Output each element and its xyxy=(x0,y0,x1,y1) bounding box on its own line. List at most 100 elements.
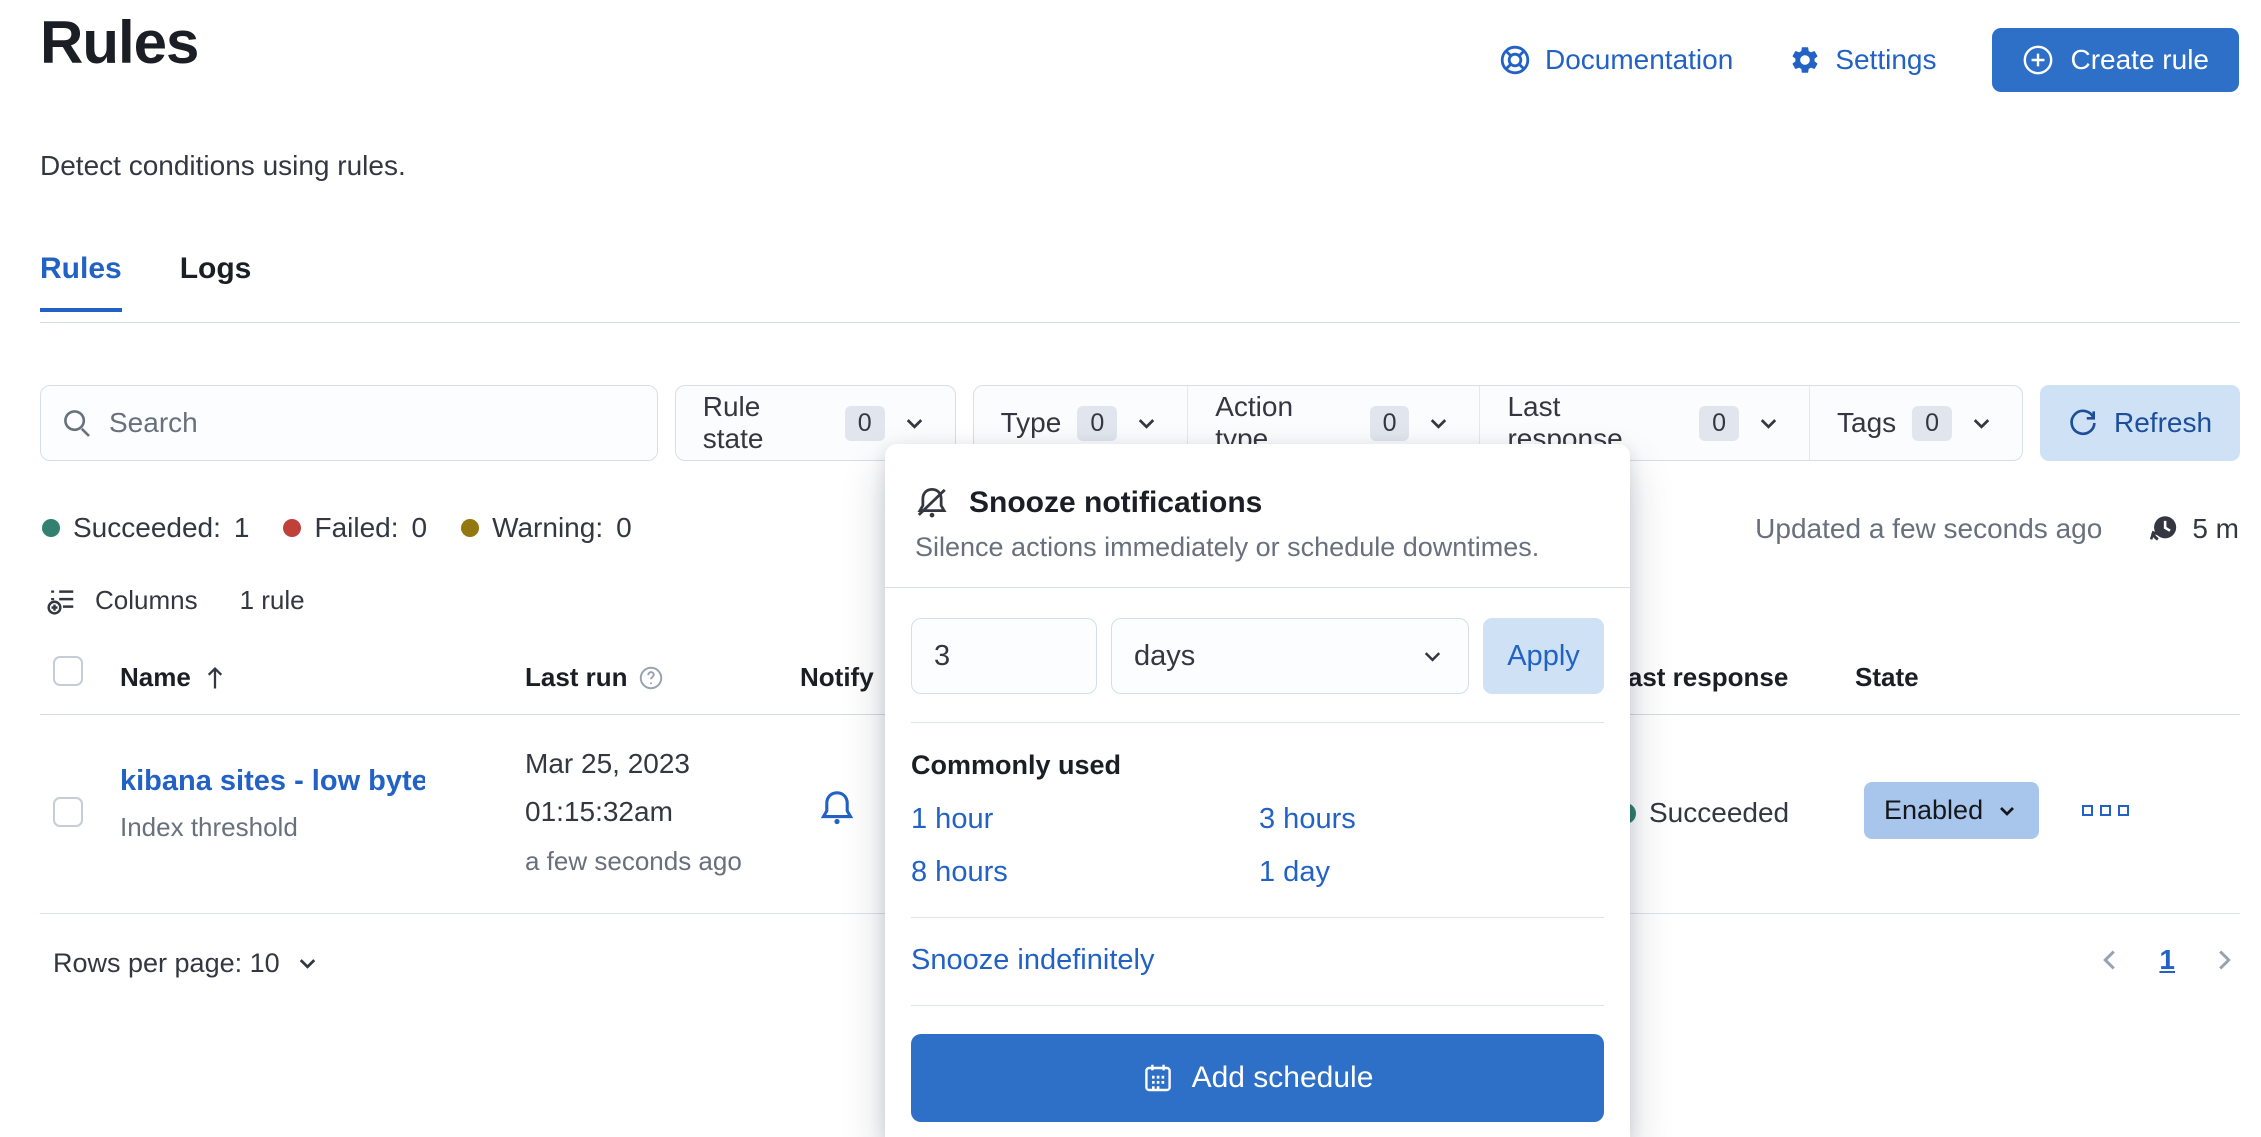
filter-rule-state-count: 0 xyxy=(845,406,885,441)
question-circle-icon xyxy=(638,665,664,691)
tabs-divider xyxy=(40,322,2240,323)
bell-slash-icon xyxy=(915,486,949,520)
boxes-horizontal-icon xyxy=(2100,805,2111,816)
row-checkbox[interactable] xyxy=(53,797,83,827)
create-rule-label: Create rule xyxy=(2070,44,2209,76)
snooze-title: Snooze notifications xyxy=(969,486,1262,520)
column-header-notify-label: Notify xyxy=(800,662,874,693)
search-box[interactable] xyxy=(40,385,658,461)
previous-page-button[interactable] xyxy=(2095,945,2125,975)
snooze-option-8-hours[interactable]: 8 hours xyxy=(911,856,1259,889)
last-run-date: Mar 25, 2023 xyxy=(525,748,690,780)
columns-label: Columns xyxy=(95,585,198,616)
search-icon xyxy=(61,407,93,439)
documentation-link[interactable]: Documentation xyxy=(1499,44,1733,76)
warning-dot-icon xyxy=(461,519,479,537)
warning-label: Warning: xyxy=(492,512,603,544)
rule-type: Index threshold xyxy=(120,812,298,843)
tab-logs[interactable]: Logs xyxy=(180,252,252,312)
chevron-right-icon xyxy=(2209,945,2239,975)
updated-text: Updated a few seconds ago xyxy=(1755,513,2102,545)
column-header-last-response[interactable]: Last response xyxy=(1612,662,1788,693)
filter-tags-count: 0 xyxy=(1912,406,1952,441)
succeeded-label: Succeeded: xyxy=(73,512,221,544)
refresh-icon xyxy=(2068,408,2098,438)
last-response-value: Succeeded xyxy=(1649,797,1789,829)
failed-dot-icon xyxy=(283,519,301,537)
column-header-last-response-label: Last response xyxy=(1612,662,1788,693)
last-response-cell: Succeeded xyxy=(1615,797,1789,829)
failed-value: 0 xyxy=(412,512,428,544)
snooze-popover-header: Snooze notifications Silence actions imm… xyxy=(885,444,1630,588)
sort-ascending-icon xyxy=(201,664,229,692)
page-subtitle: Detect conditions using rules. xyxy=(40,150,406,182)
snooze-option-1-hour[interactable]: 1 hour xyxy=(911,803,1259,836)
snooze-option-3-hours[interactable]: 3 hours xyxy=(1259,803,1604,836)
snooze-value-input[interactable] xyxy=(911,618,1097,694)
status-succeeded: Succeeded: 1 xyxy=(42,512,249,544)
next-page-button[interactable] xyxy=(2209,945,2239,975)
column-header-name[interactable]: Name xyxy=(120,662,229,693)
chevron-down-icon xyxy=(1968,410,1995,437)
status-failed: Failed: 0 xyxy=(283,512,427,544)
warning-value: 0 xyxy=(616,512,632,544)
columns-toolbar: Columns 1 rule xyxy=(47,585,305,616)
snooze-popover: Snooze notifications Silence actions imm… xyxy=(885,444,1630,1137)
refresh-interval-value: 5 m xyxy=(2192,513,2239,545)
apply-button[interactable]: Apply xyxy=(1483,618,1604,694)
filter-tags[interactable]: Tags 0 xyxy=(1809,386,2022,460)
rows-per-page-label: Rows per page: 10 xyxy=(53,948,280,979)
last-run-time: 01:15:32am xyxy=(525,796,673,828)
commonly-used-options: 1 hour 3 hours 8 hours 1 day xyxy=(911,803,1604,889)
select-all-checkbox[interactable] xyxy=(53,656,83,686)
page-title: Rules xyxy=(40,8,198,77)
column-header-state-label: State xyxy=(1855,662,1919,693)
life-ring-icon xyxy=(1499,44,1531,76)
snooze-bell-button[interactable] xyxy=(818,789,856,827)
snooze-duration-form: days Apply xyxy=(911,618,1604,694)
boxes-horizontal-icon xyxy=(2118,805,2129,816)
chevron-down-icon xyxy=(901,410,928,437)
refresh-button[interactable]: Refresh xyxy=(2040,385,2240,461)
snooze-unit-value: days xyxy=(1134,640,1195,673)
filter-tags-label: Tags xyxy=(1837,407,1896,439)
search-input[interactable] xyxy=(109,407,609,439)
refresh-interval-button[interactable]: 5 m xyxy=(2146,512,2239,546)
create-rule-button[interactable]: Create rule xyxy=(1992,28,2239,92)
snooze-unit-select[interactable]: days xyxy=(1111,618,1469,694)
rule-name-link[interactable]: kibana sites - low byte xyxy=(120,765,425,798)
column-header-notify[interactable]: Notify xyxy=(800,662,874,693)
status-summary: Succeeded: 1 Failed: 0 Warning: 0 xyxy=(42,512,632,544)
row-actions-button[interactable] xyxy=(2082,805,2129,816)
refresh-meta: Updated a few seconds ago 5 m xyxy=(1755,512,2239,546)
snooze-option-1-day[interactable]: 1 day xyxy=(1259,856,1604,889)
columns-button[interactable]: Columns xyxy=(47,585,198,616)
gear-icon xyxy=(1789,44,1821,76)
failed-label: Failed: xyxy=(314,512,398,544)
pagination: 1 xyxy=(2095,944,2239,976)
bell-icon xyxy=(818,789,856,827)
documentation-label: Documentation xyxy=(1545,44,1733,76)
snooze-subtitle: Silence actions immediately or schedule … xyxy=(915,532,1602,563)
filter-rule-state-label: Rule state xyxy=(703,391,829,455)
column-header-state[interactable]: State xyxy=(1855,662,1919,693)
add-schedule-label: Add schedule xyxy=(1192,1061,1374,1095)
list-add-icon xyxy=(47,586,77,616)
filter-type-label: Type xyxy=(1001,407,1062,439)
add-schedule-button[interactable]: Add schedule xyxy=(911,1034,1604,1122)
snooze-divider xyxy=(911,1005,1604,1006)
column-header-last-run[interactable]: Last run xyxy=(525,662,664,693)
rule-state-badge[interactable]: Enabled xyxy=(1864,782,2039,839)
settings-link[interactable]: Settings xyxy=(1789,44,1936,76)
snooze-indefinitely-link[interactable]: Snooze indefinitely xyxy=(911,944,1154,977)
chevron-down-icon xyxy=(1995,799,2019,823)
page-number-1[interactable]: 1 xyxy=(2159,944,2175,976)
plus-circle-icon xyxy=(2022,44,2054,76)
tab-rules[interactable]: Rules xyxy=(40,252,122,312)
rows-per-page-button[interactable]: Rows per page: 10 xyxy=(53,948,321,979)
column-header-last-run-label: Last run xyxy=(525,662,628,693)
chevron-down-icon xyxy=(1419,643,1446,670)
chevron-down-icon xyxy=(1755,410,1782,437)
succeeded-value: 1 xyxy=(234,512,250,544)
boxes-horizontal-icon xyxy=(2082,805,2093,816)
